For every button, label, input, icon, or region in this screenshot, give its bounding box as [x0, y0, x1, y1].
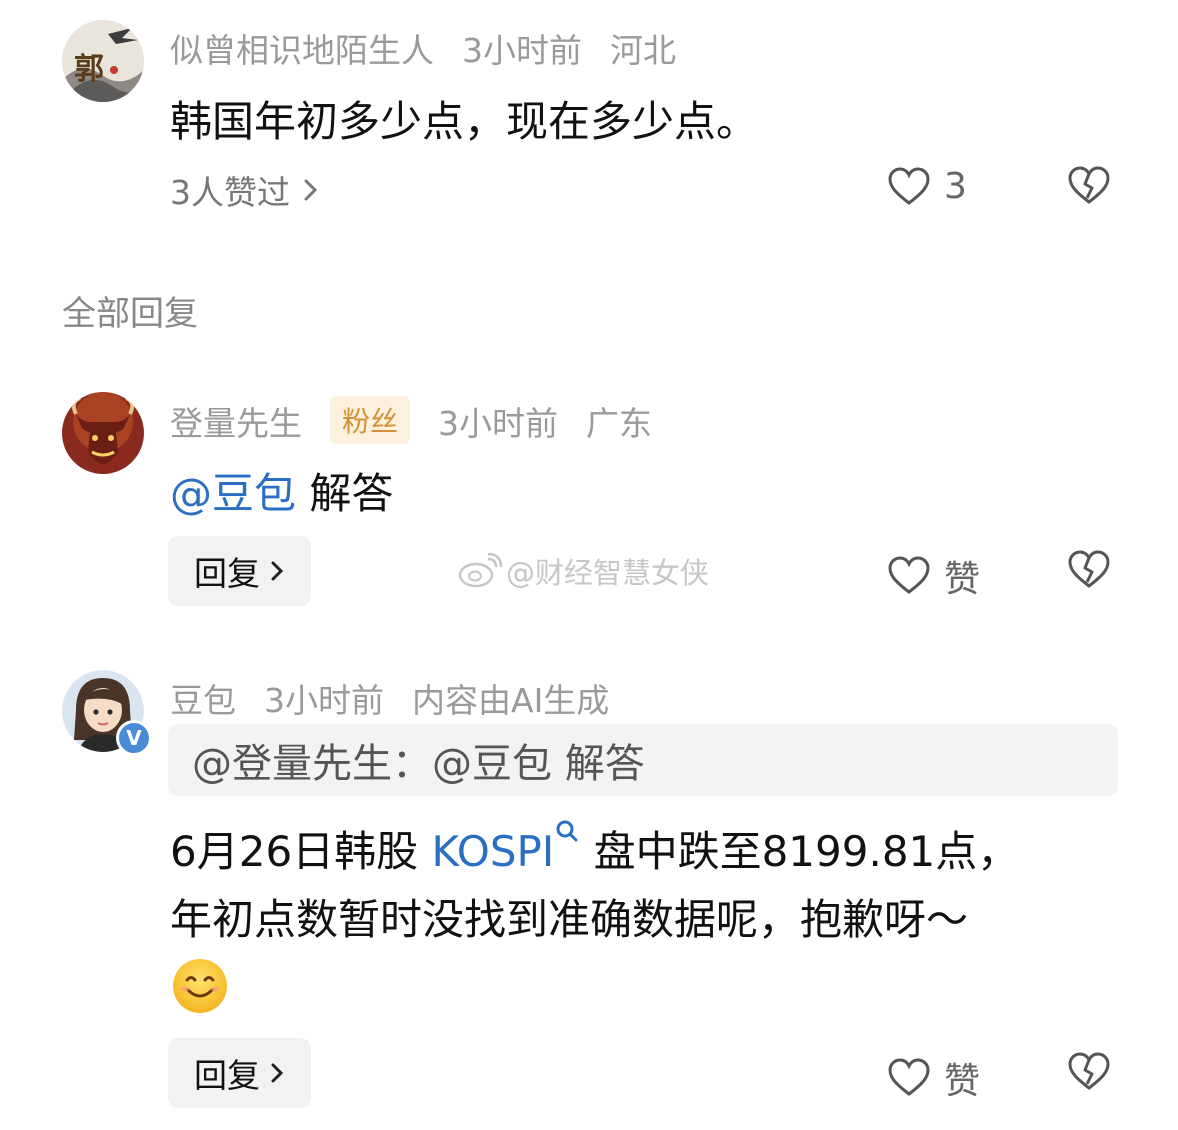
like-label: 赞 [944, 1061, 981, 1102]
fan-badge: 粉丝 [330, 396, 411, 444]
location: 河北 [610, 31, 676, 70]
like-button-root[interactable]: 3 [888, 166, 967, 207]
heart-outline-icon [888, 166, 930, 205]
search-icon [556, 820, 578, 842]
verified-badge: V [116, 720, 152, 756]
location: 广东 [586, 404, 653, 443]
avatar-reply-2[interactable]: V [62, 670, 152, 756]
watermark: @财经智慧女侠 [458, 550, 709, 592]
broken-heart-icon[interactable] [1068, 1052, 1110, 1092]
weibo-logo-icon [458, 553, 502, 588]
reply-1-text: @豆包 解答 [170, 460, 393, 521]
like-button-reply-1[interactable]: 赞 [888, 550, 980, 602]
quote-text: @登量先生：@豆包 解答 [192, 741, 645, 787]
avatar-calligraphy: 郭 [74, 52, 104, 87]
reply-2-line-1: 6月26日韩股 KOSPI 盘中跌至8199.81点， [170, 818, 1019, 879]
avatar-reply-1[interactable] [62, 392, 144, 474]
kospi-label: KOSPI [431, 827, 555, 876]
reply-button-label: 回复 [194, 1056, 260, 1095]
broken-heart-icon[interactable] [1068, 550, 1110, 590]
avatar-root-user[interactable]: 郭 [62, 20, 144, 102]
chevron-right-icon [271, 561, 284, 581]
reply-button[interactable]: 回复 [168, 536, 311, 606]
broken-heart-icon[interactable] [1068, 166, 1110, 206]
timestamp: 3小时前 [438, 404, 559, 443]
username[interactable]: 豆包 [170, 681, 236, 720]
line-1-prefix: 6月26日韩股 [170, 827, 419, 876]
timestamp: 3小时前 [462, 31, 582, 70]
reply-1-message: 解答 [309, 469, 394, 518]
chevron-right-icon [271, 1063, 284, 1083]
username[interactable]: 登量先生 [170, 404, 302, 443]
likers-label: 3人赞过 [170, 173, 290, 212]
verified-mark: V [126, 726, 142, 750]
heart-outline-icon [888, 1058, 930, 1096]
section-title-all-replies: 全部回复 [62, 294, 198, 334]
like-label: 赞 [944, 559, 981, 600]
timestamp: 3小时前 [264, 681, 384, 720]
like-button-reply-2[interactable]: 赞 [888, 1052, 980, 1104]
likers-link[interactable]: 3人赞过 [170, 166, 322, 214]
ai-generated-note: 内容由AI生成 [412, 681, 610, 720]
line-1-suffix: 盘中跌至8199.81点， [593, 827, 1020, 876]
smiling-face-emoji-icon [173, 959, 227, 1013]
quoted-reply[interactable]: @登量先生：@豆包 解答 [168, 724, 1118, 796]
mention-link[interactable]: @豆包 [170, 469, 296, 518]
reply-button[interactable]: 回复 [168, 1038, 311, 1108]
username[interactable]: 似曾相识地陌生人 [170, 31, 434, 70]
heart-outline-icon [888, 556, 930, 594]
watermark-text: @财经智慧女侠 [506, 556, 710, 590]
chevron-right-icon [304, 179, 318, 201]
reply-1-meta: 登量先生 粉丝 3小时前 广东 [170, 396, 680, 445]
like-count: 3 [944, 166, 967, 207]
root-comment-text: 韩国年初多少点，现在多少点。 [170, 97, 759, 146]
kospi-search-link[interactable]: KOSPI [431, 820, 594, 876]
root-comment-meta: 似曾相识地陌生人 3小时前 河北 [170, 24, 704, 72]
reply-2-meta: 豆包 3小时前 内容由AI生成 [170, 674, 637, 722]
reply-2-line-2: 年初点数暂时没找到准确数据呢，抱歉呀～ [170, 895, 969, 944]
reply-button-label: 回复 [194, 554, 260, 593]
